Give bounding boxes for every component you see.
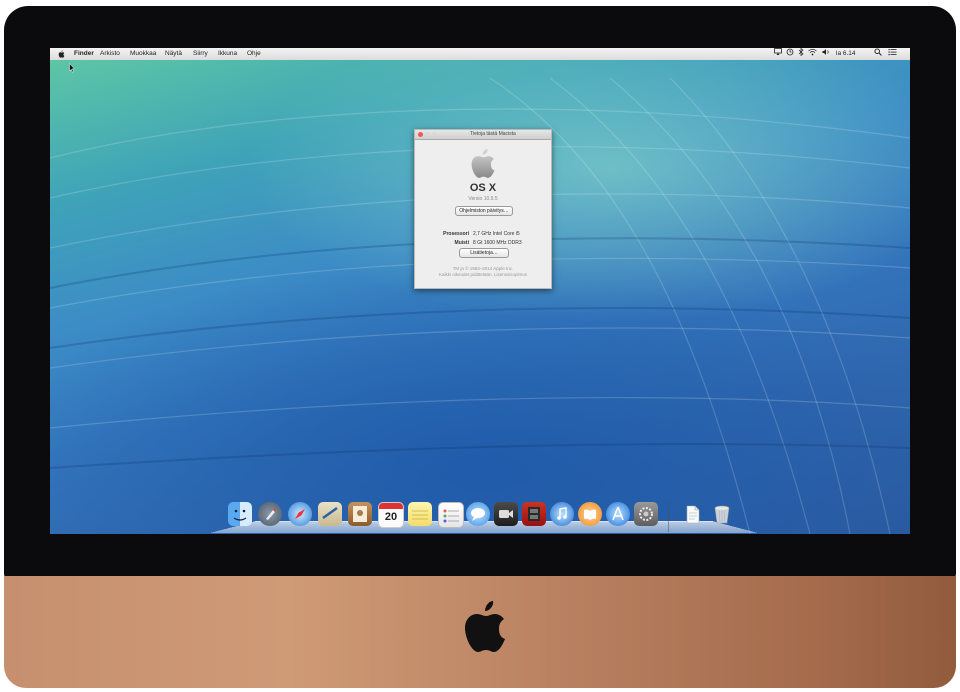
calendar-icon[interactable]: 20 <box>378 502 404 528</box>
volume-icon[interactable] <box>822 48 831 61</box>
software-update-button[interactable]: Ohjelmiston päivitys… <box>455 206 513 216</box>
menu-edit[interactable]: Muokkaa <box>130 48 156 60</box>
menu-file[interactable]: Arkisto <box>100 48 120 60</box>
notification-center-icon[interactable] <box>888 48 897 61</box>
menu-finder[interactable]: Finder <box>74 48 94 60</box>
app-store-icon[interactable] <box>606 502 630 526</box>
minimize-button[interactable] <box>425 132 430 137</box>
ibooks-icon[interactable] <box>578 502 602 526</box>
close-button[interactable] <box>418 132 423 137</box>
finder-icon[interactable] <box>228 502 252 526</box>
trash-icon[interactable] <box>710 502 734 526</box>
apple-logo-icon <box>465 601 505 652</box>
mouse-pointer-icon <box>69 63 75 73</box>
window-titlebar[interactable]: Tietoja tästä Macista <box>415 130 551 140</box>
facetime-icon[interactable] <box>494 502 518 526</box>
photo-booth-icon[interactable] <box>522 502 546 526</box>
apple-menu-icon[interactable] <box>58 48 66 60</box>
zoom-button[interactable] <box>432 132 437 137</box>
memory-label: Muisti <box>454 240 469 246</box>
memory-value: 8 Gt 1600 MHz DDR3 <box>473 240 522 246</box>
reminders-icon[interactable] <box>438 502 464 528</box>
dock: 20 <box>210 500 758 534</box>
imac-computer: Finder Arkisto Muokkaa Näytä Siirry Ikku… <box>0 0 960 692</box>
screen: Finder Arkisto Muokkaa Näytä Siirry Ikku… <box>50 48 910 534</box>
bluetooth-icon[interactable] <box>798 48 804 61</box>
dock-separator <box>668 506 669 532</box>
wallpaper-wave <box>50 77 910 534</box>
license-line[interactable]: Kaikki oikeudet pidätetään. Lisenssisopi… <box>415 272 551 278</box>
menu-view[interactable]: Näytä <box>165 48 182 60</box>
menu-window[interactable]: Ikkuna <box>218 48 237 60</box>
menu-go[interactable]: Siirry <box>193 48 208 60</box>
mail-icon[interactable] <box>318 502 342 526</box>
spotlight-icon[interactable] <box>874 48 882 61</box>
airplay-icon[interactable] <box>774 48 782 60</box>
calendar-day: 20 <box>384 511 398 523</box>
documents-stack-icon[interactable] <box>680 502 704 526</box>
itunes-icon[interactable] <box>550 502 574 526</box>
contacts-icon[interactable] <box>348 502 372 526</box>
menu-bar: Finder Arkisto Muokkaa Näytä Siirry Ikku… <box>50 48 910 60</box>
status-menus: la 6.14 <box>770 48 910 60</box>
processor-value: 2,7 GHz Intel Core i5 <box>473 231 520 237</box>
more-info-button[interactable]: Lisätietoja… <box>459 248 509 258</box>
messages-icon[interactable] <box>466 502 490 526</box>
menu-help[interactable]: Ohje <box>247 48 261 60</box>
processor-label: Prosessori <box>443 231 469 237</box>
launchpad-icon[interactable] <box>258 502 282 526</box>
os-version: Versio 10.9.5 <box>468 196 498 202</box>
copyright-text: TM ja © 1983–2014 Apple Inc. Kaikki oike… <box>415 266 551 278</box>
wifi-icon[interactable] <box>808 48 817 61</box>
system-preferences-icon[interactable] <box>634 502 658 526</box>
time-machine-icon[interactable] <box>786 48 794 61</box>
menubar-clock[interactable]: la 6.14 <box>836 48 856 60</box>
os-name: OS X <box>469 182 497 194</box>
apple-logo-icon <box>471 148 495 178</box>
notes-icon[interactable] <box>408 502 432 526</box>
window-title: Tietoja tästä Macista <box>470 131 516 137</box>
about-this-mac-window: Tietoja tästä Macista OS X Versio 10.9.5… <box>414 129 552 289</box>
safari-icon[interactable] <box>288 502 312 526</box>
